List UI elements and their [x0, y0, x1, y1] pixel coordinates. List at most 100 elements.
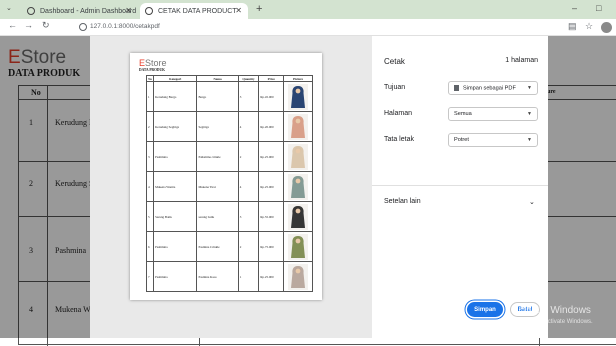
print-settings-panel: Cetak 1 halaman Tujuan Simpan sebagai PD… — [372, 36, 548, 338]
chevron-down-icon: ⌄ — [529, 199, 535, 206]
preview-title: DATA PRODUK — [139, 68, 165, 72]
cell-price: Rp.25.000 — [258, 171, 285, 202]
tab-cetak-data-product[interactable]: CETAK DATA PRODUCT ✕ — [140, 3, 248, 19]
product-image — [288, 143, 309, 170]
activate-windows-subtext: Go to Settings to activate Windows. — [498, 319, 593, 325]
tab-title: CETAK DATA PRODUCT — [158, 7, 237, 15]
address-bar[interactable]: 127.0.0.1:8000/cetakpdf — [76, 21, 556, 34]
minimize-button[interactable]: – — [572, 3, 577, 13]
cell-picture — [283, 81, 313, 112]
cell-picture — [283, 111, 313, 142]
product-image — [288, 173, 309, 200]
url-text: 127.0.0.1:8000/cetakpdf — [90, 23, 160, 30]
cell-nama: Mukena Tirai — [196, 171, 239, 202]
cell-no: 5 — [145, 201, 155, 232]
back-icon[interactable]: ← — [8, 20, 17, 30]
chevron-down-icon: ▼ — [527, 85, 532, 91]
browser-toolbar: ← → ↻ 127.0.0.1:8000/cetakpdf ▤ ☆ — [0, 19, 616, 36]
tab-search-icon[interactable]: ⌄ — [6, 4, 12, 12]
cell-price: Rp.20.000 — [258, 111, 285, 142]
table-row: 4 Mukena Wanita Mukena Tirai 4 Rp.25.000 — [145, 171, 313, 202]
globe-icon — [145, 7, 153, 15]
tab-dashboard[interactable]: Dashboard - Admin Dashboard ✕ — [22, 3, 138, 19]
preview-product-table: No Kategori Nama Quantity Price Picture … — [145, 75, 313, 292]
cell-no: 4 — [145, 171, 155, 202]
cell-kategori: Sarung Batik — [153, 201, 198, 232]
profile-avatar[interactable] — [601, 22, 612, 33]
cell-price: Rp.25.000 — [258, 261, 285, 292]
chevron-down-icon: ▼ — [527, 137, 532, 143]
table-row: 5 Sarung Batik sarung batik 3 Rp.55.000 — [145, 201, 313, 232]
cell-price: Rp.55.000 — [258, 201, 285, 232]
layout-label: Tata letak — [384, 136, 414, 143]
cell-no: 2 — [145, 111, 155, 142]
cell-no: 1 — [145, 81, 155, 112]
cell-nama: Bergo — [196, 81, 239, 112]
cell-picture — [283, 141, 313, 172]
product-image — [288, 263, 309, 290]
layout-select[interactable]: Potret ▼ — [448, 133, 538, 147]
tab-strip: ⌄ Dashboard - Admin Dashboard ✕ CETAK DA… — [0, 0, 616, 19]
page-count: 1 halaman — [505, 57, 538, 64]
cell-kategori: Pashmina — [153, 261, 198, 292]
cell-nama: Pasmina Kaos — [196, 261, 239, 292]
cell-no: 3 — [145, 141, 155, 172]
table-row: 7 Pashmina Pasmina Kaos 1 Rp.25.000 — [145, 261, 313, 292]
table-row: 2 Kerudung Segitiga Segitiga 4 Rp.20.000 — [145, 111, 313, 142]
site-info-icon[interactable] — [79, 23, 87, 31]
cell-quantity: 2 — [237, 141, 260, 172]
cell-nama: sarung batik — [196, 201, 239, 232]
cell-quantity: 1 — [237, 261, 260, 292]
pdf-icon — [454, 85, 459, 91]
cell-price: Rp.25.000 — [258, 141, 285, 172]
cell-price: Rp.75.000 — [258, 231, 285, 262]
table-row: 6 Pashmina Pasmina Crinkle 2 Rp.75.000 — [145, 231, 313, 262]
estore-logo: EStore — [139, 58, 167, 68]
cell-picture — [283, 201, 313, 232]
bookmark-star-icon[interactable]: ☆ — [585, 21, 593, 32]
close-tab-icon[interactable]: ✕ — [235, 6, 242, 15]
cell-no: 6 — [145, 231, 155, 262]
cell-quantity: 4 — [237, 171, 260, 202]
destination-label: Tujuan — [384, 84, 406, 91]
cell-nama: Segitiga — [196, 111, 239, 142]
cell-nama: Pasmina Crinkle — [196, 231, 239, 262]
globe-icon — [27, 7, 35, 15]
product-image — [288, 83, 309, 110]
print-preview-page: EStore DATA PRODUK No Kategori Nama Quan… — [130, 53, 322, 300]
destination-select[interactable]: Simpan sebagai PDF ▼ — [448, 81, 538, 95]
cell-no: 7 — [145, 261, 155, 292]
product-image — [288, 233, 309, 260]
cell-picture — [283, 261, 313, 292]
table-row: 1 Kerudung Bergo Bergo 3 Rp.45.000 — [145, 81, 313, 112]
cell-kategori: Kerudung Segitiga — [153, 111, 198, 142]
pages-label: Halaman — [384, 110, 413, 117]
divider — [372, 185, 548, 186]
cell-quantity: 3 — [237, 201, 260, 232]
cell-price: Rp.45.000 — [258, 81, 285, 112]
activate-windows-watermark: Activate Windows — [512, 305, 591, 316]
cell-kategori: Pashmina — [153, 141, 198, 172]
table-row: 3 Pashmina Pahsmina crinkle 2 Rp.25.000 — [145, 141, 313, 172]
tab-title: Dashboard - Admin Dashboard — [40, 7, 137, 15]
cell-kategori: Pashmina — [153, 231, 198, 262]
cell-quantity: 3 — [237, 81, 260, 112]
cell-kategori: Kerudung Bergo — [153, 81, 198, 112]
cell-picture — [283, 231, 313, 262]
forward-icon[interactable]: → — [24, 20, 33, 30]
product-image — [288, 203, 309, 230]
cell-quantity: 4 — [237, 111, 260, 142]
pages-select[interactable]: Semua ▼ — [448, 107, 538, 121]
chevron-down-icon: ▼ — [527, 111, 532, 117]
save-button[interactable]: Simpan — [467, 302, 503, 317]
product-image — [288, 113, 309, 140]
maximize-button[interactable]: □ — [596, 3, 601, 13]
reload-icon[interactable]: ↻ — [42, 20, 50, 31]
new-tab-button[interactable]: + — [256, 3, 262, 15]
print-title: Cetak — [384, 57, 405, 66]
cell-quantity: 2 — [237, 231, 260, 262]
more-settings-toggle[interactable]: Setelan lain ⌄ — [384, 198, 535, 206]
translate-icon[interactable]: ▤ — [568, 21, 577, 32]
cell-kategori: Mukena Wanita — [153, 171, 198, 202]
close-tab-icon[interactable]: ✕ — [125, 6, 132, 15]
